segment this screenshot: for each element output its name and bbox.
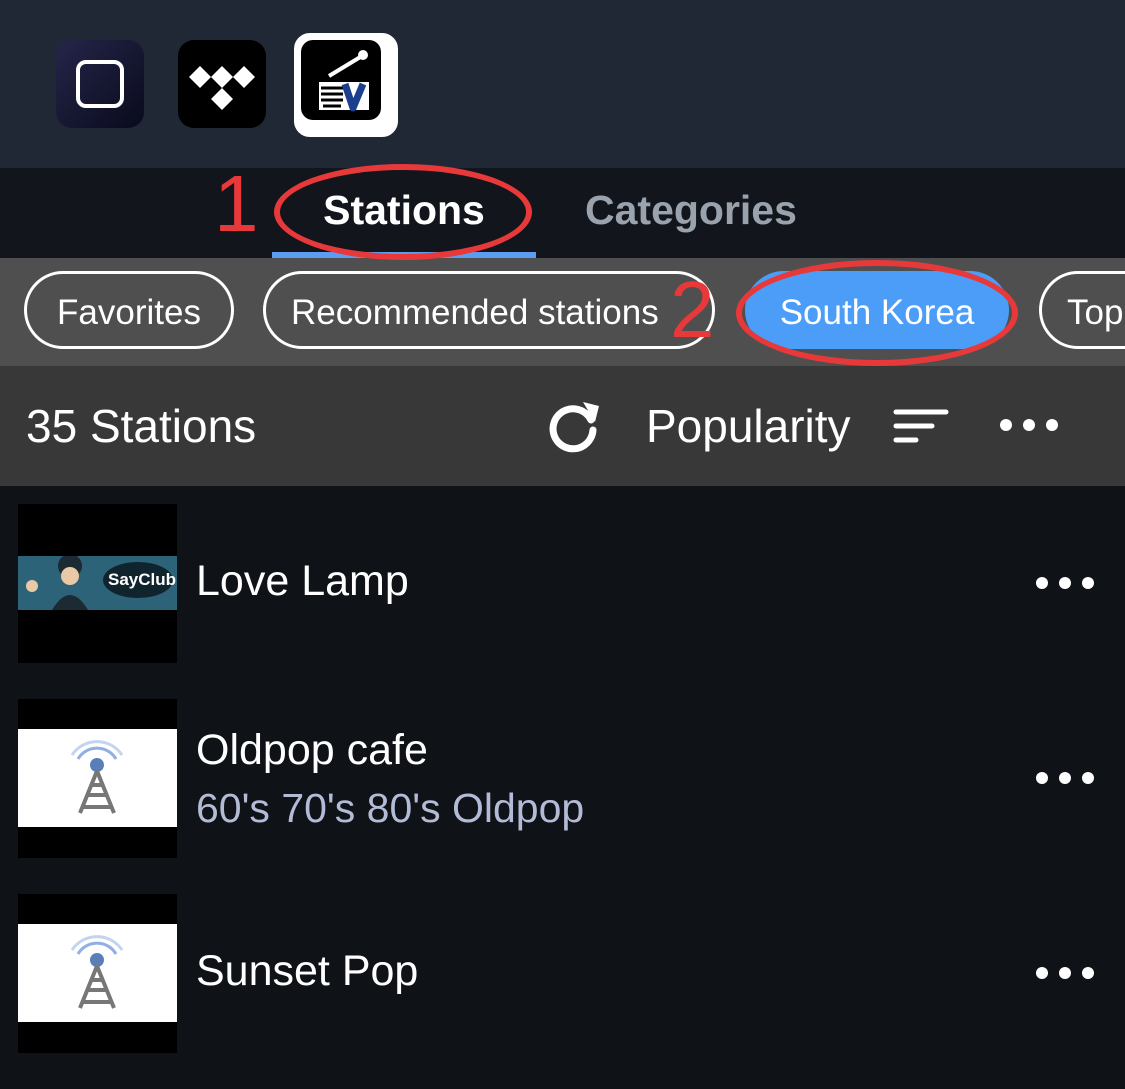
sayclub-logo-text: SayClub <box>108 570 177 589</box>
more-options-icon[interactable] <box>1034 572 1096 594</box>
chip-recommended-stations[interactable]: Recommended stations <box>263 271 715 349</box>
list-item[interactable]: Sunset Pop <box>0 894 1125 1089</box>
sort-label[interactable]: Popularity <box>646 396 851 456</box>
station-title: Sunset Pop <box>196 947 419 995</box>
list-item[interactable]: SayClub Love Lamp <box>0 504 1125 699</box>
more-options-icon[interactable] <box>998 414 1060 436</box>
annotation-circle-south-korea <box>736 260 1018 366</box>
annotation-number-2: 2 <box>670 265 715 354</box>
station-title: Oldpop cafe <box>196 726 428 774</box>
chip-top[interactable]: Top <box>1039 271 1125 349</box>
radio-tower-icon <box>70 740 124 814</box>
more-options-icon[interactable] <box>1034 767 1096 789</box>
tidal-logo-icon <box>189 66 255 110</box>
annotation-number-1: 1 <box>214 159 259 248</box>
annotation-circle-stations <box>274 164 532 260</box>
tab-bar: Stations Categories <box>0 168 1125 258</box>
radio-app-icon[interactable] <box>294 33 398 137</box>
radio-tower-icon <box>70 935 124 1009</box>
roon-square-glyph <box>76 60 124 108</box>
app-switcher-bar <box>0 0 1125 168</box>
station-title: Love Lamp <box>196 557 409 605</box>
refresh-icon[interactable] <box>545 398 603 456</box>
station-logo <box>18 894 177 1053</box>
tab-categories[interactable]: Categories <box>585 168 797 258</box>
station-logo: SayClub <box>18 504 177 663</box>
tidal-app-icon[interactable] <box>178 40 266 128</box>
station-subtitle: 60's 70's 80's Oldpop <box>196 785 585 831</box>
sort-lines-icon[interactable] <box>892 406 950 450</box>
sayclub-banner: SayClub <box>18 554 177 610</box>
list-item[interactable]: Oldpop cafe 60's 70's 80's Oldpop <box>0 699 1125 894</box>
station-count: 35 Stations <box>26 400 257 452</box>
roon-app-icon[interactable] <box>56 40 144 128</box>
more-options-icon[interactable] <box>1034 962 1096 984</box>
station-logo <box>18 699 177 858</box>
radio-logo-icon <box>301 40 381 120</box>
chip-favorites[interactable]: Favorites <box>24 271 234 349</box>
